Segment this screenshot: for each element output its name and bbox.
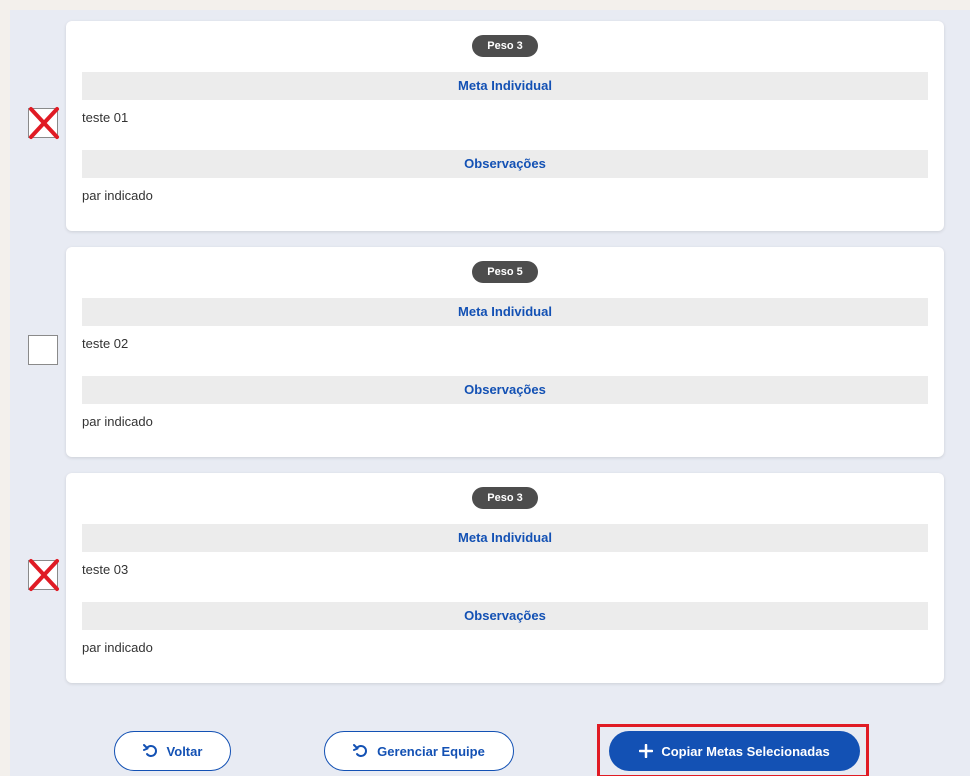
meta-individual-value: teste 02	[82, 336, 129, 351]
meta-individual-header: Meta Individual	[82, 298, 928, 326]
goal-3-checkbox[interactable]	[28, 559, 59, 591]
manage-team-label: Gerenciar Equipe	[377, 743, 485, 759]
observacoes-header: Observações	[82, 150, 928, 178]
x-mark-icon	[29, 559, 59, 591]
observacoes-header: Observações	[82, 376, 928, 404]
x-mark-icon	[29, 107, 59, 139]
meta-individual-header: Meta Individual	[82, 72, 928, 100]
peso-badge: Peso 5	[472, 261, 538, 283]
back-button[interactable]: Voltar	[114, 731, 231, 771]
meta-individual-value: teste 01	[82, 110, 129, 125]
peso-badge: Peso 3	[472, 35, 538, 57]
plus-icon	[639, 744, 654, 758]
undo-icon	[142, 743, 159, 759]
observacoes-value: par indicado	[82, 188, 153, 203]
goal-1-checkbox[interactable]	[28, 107, 59, 139]
observacoes-value: par indicado	[82, 640, 153, 655]
peso-badge: Peso 3	[472, 487, 538, 509]
undo-icon	[353, 743, 369, 759]
observacoes-header: Observações	[82, 602, 928, 630]
goal-card-1: Peso 3 Meta Individual teste 01 Observaç…	[66, 21, 944, 231]
back-label: Voltar	[166, 743, 203, 759]
manage-team-button[interactable]: Gerenciar Equipe	[324, 731, 514, 771]
goal-card-2: Peso 5 Meta Individual teste 02 Observaç…	[66, 247, 944, 457]
copy-selected-goals-button[interactable]: Copiar Metas Selecionadas	[609, 731, 860, 771]
meta-individual-value: teste 03	[82, 562, 129, 577]
observacoes-value: par indicado	[82, 414, 153, 429]
goal-2-checkbox[interactable]	[28, 335, 58, 365]
goal-card-3: Peso 3 Meta Individual teste 03 Observaç…	[66, 473, 944, 683]
copy-selected-goals-label: Copiar Metas Selecionadas	[661, 743, 830, 759]
meta-individual-header: Meta Individual	[82, 524, 928, 552]
